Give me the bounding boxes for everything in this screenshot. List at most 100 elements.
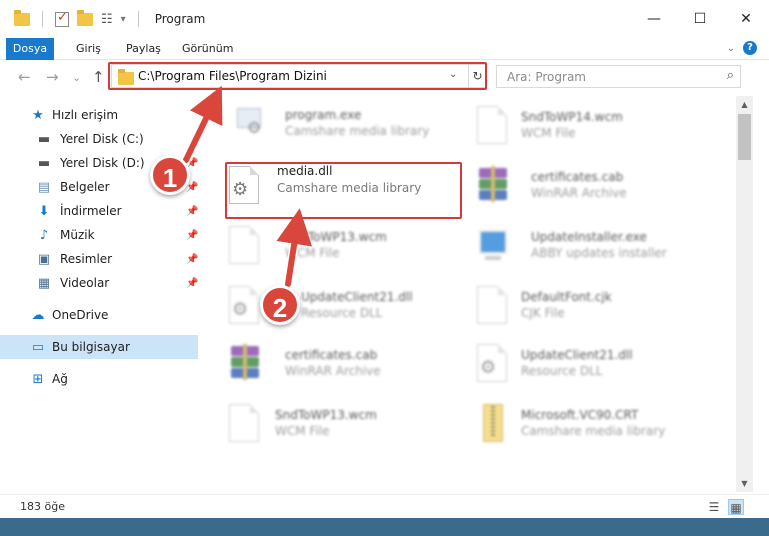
file-type: CJK File: [521, 306, 565, 320]
tab-view[interactable]: Görünüm: [172, 38, 243, 60]
file-icon: [477, 106, 511, 148]
sidebar-item-label: Hızlı erişim: [52, 108, 119, 122]
archive-icon: [229, 344, 263, 386]
chevron-down-icon[interactable]: ⌄: [449, 69, 457, 80]
file-type: Camshare media library: [521, 424, 666, 438]
cloud-icon: ☁: [31, 307, 45, 323]
file-item-sndtowp13-wcm[interactable]: SndToWP13.wcm WCM File: [229, 224, 459, 278]
pin-icon[interactable]: 📌: [186, 206, 198, 217]
refresh-icon[interactable]: ↻: [468, 65, 486, 87]
file-item-program-exe[interactable]: ⚙ program.exe Camshare media library: [233, 102, 463, 156]
divider: [42, 11, 43, 27]
back-button[interactable]: ←: [18, 68, 31, 86]
chevron-down-icon[interactable]: ▾: [121, 14, 126, 25]
window-title: Program: [154, 12, 206, 26]
file-explorer-window: ☷ ▾ Program — ☐ ✕ Dosya Giriş Paylaş Gör…: [0, 0, 769, 536]
file-item-sndtowp14-wcm[interactable]: SndToWP14.wcm WCM File: [477, 104, 707, 158]
search-box[interactable]: Ara: Program ⌕: [496, 65, 741, 88]
file-name: UpdateClient21.dll: [521, 348, 633, 362]
tab-share[interactable]: Paylaş: [116, 38, 171, 60]
ribbon-right: ⌄ ?: [727, 41, 757, 55]
item-count: 183 öğe: [20, 500, 65, 513]
tab-home[interactable]: Giriş: [66, 38, 111, 60]
recent-locations-button[interactable]: ⌄: [72, 71, 81, 84]
sidebar-item-local-disk-c[interactable]: ▬ Yerel Disk (C:): [0, 127, 198, 151]
sidebar-item-label: Yerel Disk (D:): [60, 156, 145, 170]
sidebar-item-label: OneDrive: [52, 308, 109, 322]
file-item-certificates-cab-2[interactable]: certificates.cab WinRAR Archive: [477, 164, 707, 218]
step-2-badge: 2: [260, 285, 300, 325]
videos-icon: ▦: [37, 275, 51, 291]
expand-ribbon-icon[interactable]: ⌄: [727, 43, 735, 54]
sidebar-item-downloads[interactable]: ⬇ İndirmeler 📌: [0, 199, 199, 223]
sidebar-item-videos[interactable]: ▦ Videolar 📌: [0, 271, 199, 295]
file-item-sndtowp13-wcm-2[interactable]: SndToWP13.wcm WCM File: [229, 402, 459, 456]
sidebar-item-label: Ağ: [52, 372, 68, 386]
pin-icon[interactable]: 📌: [186, 230, 198, 241]
file-type: WCM File: [275, 424, 330, 438]
maximize-button[interactable]: ☐: [677, 0, 723, 38]
sidebar-item-label: Yerel Disk (C:): [60, 132, 144, 146]
file-name: program.exe: [285, 108, 362, 122]
sidebar-item-label: Videolar: [60, 276, 110, 290]
file-item-updateclient21-dll-2[interactable]: ⚙ UpdateClient21.dll Resource DLL: [477, 342, 707, 396]
sidebar-item-music[interactable]: ♪ Müzik 📌: [0, 223, 199, 247]
details-view-icon[interactable]: ☰: [706, 499, 722, 515]
scroll-up-icon[interactable]: ▲: [736, 96, 753, 113]
file-name: UpdateInstaller.exe: [531, 230, 647, 244]
tiles-view-icon[interactable]: ▦: [728, 499, 744, 515]
close-button[interactable]: ✕: [723, 0, 769, 38]
star-icon: ★: [32, 107, 44, 123]
pin-icon[interactable]: 📌: [186, 254, 198, 265]
properties-icon[interactable]: [55, 10, 69, 27]
application-icon: ⚙: [233, 104, 267, 146]
drive-icon: ▬: [37, 155, 51, 171]
minimize-button[interactable]: —: [631, 0, 677, 38]
file-type: Camshare media library: [285, 124, 430, 138]
file-name: SndToWP13.wcm: [275, 408, 377, 422]
tab-file[interactable]: Dosya: [6, 38, 54, 60]
file-type: WinRAR Archive: [531, 186, 627, 200]
address-bar[interactable]: C:\Program Files\Program Dizini ⌄ ↻: [111, 64, 486, 88]
pin-icon[interactable]: 📌: [186, 278, 198, 289]
file-item-microsoft-vc90-crt[interactable]: Microsoft.VC90.CRT Camshare media librar…: [477, 402, 707, 456]
search-icon[interactable]: ⌕: [727, 68, 734, 83]
dll-file-icon: ⚙: [229, 286, 263, 328]
file-item-certificates-cab[interactable]: certificates.cab WinRAR Archive: [229, 342, 459, 396]
folder-icon: [14, 9, 30, 26]
folder-icon: [118, 69, 134, 85]
window-controls: — ☐ ✕: [631, 0, 769, 38]
sidebar-item-pictures[interactable]: ▣ Resimler 📌: [0, 247, 199, 271]
file-name: Microsoft.VC90.CRT: [521, 408, 639, 422]
customize-icon[interactable]: ☷: [101, 12, 113, 27]
sidebar-item-onedrive[interactable]: ☁ OneDrive: [0, 303, 198, 327]
scroll-down-icon[interactable]: ▼: [736, 475, 753, 492]
file-name: certificates.cab: [285, 348, 378, 362]
file-item-updateinstaller-exe[interactable]: UpdateInstaller.exe ABBY updates install…: [477, 224, 707, 278]
sidebar-item-this-pc[interactable]: ▭ Bu bilgisayar: [0, 335, 198, 359]
sidebar-item-quick-access[interactable]: ★ Hızlı erişim: [0, 103, 198, 127]
sidebar-item-network[interactable]: ⊞ Ağ: [0, 367, 198, 391]
desktop-background: [0, 518, 769, 536]
title-bar: ☷ ▾ Program — ☐ ✕: [0, 0, 769, 38]
computer-icon: ▭: [31, 339, 45, 355]
file-type: Resource DLL: [301, 306, 383, 320]
address-path[interactable]: C:\Program Files\Program Dizini: [138, 69, 327, 83]
up-button[interactable]: ↑: [92, 68, 105, 86]
file-name: DefaultFont.cjk: [521, 290, 612, 304]
file-icon: [477, 286, 511, 328]
file-item-defaultfont-cjk[interactable]: DefaultFont.cjk CJK File: [477, 284, 707, 338]
new-folder-icon[interactable]: [77, 9, 93, 26]
sidebar-item-label: Bu bilgisayar: [52, 340, 130, 354]
forward-button[interactable]: →: [46, 68, 59, 86]
scroll-thumb[interactable]: [738, 114, 751, 160]
quick-access-toolbar: ☷ ▾ Program: [0, 9, 206, 27]
file-type: WinRAR Archive: [285, 364, 381, 378]
media-dll-highlight-box: [225, 162, 462, 219]
step-1-badge: 1: [150, 155, 190, 195]
dll-file-icon: ⚙: [477, 344, 511, 386]
search-input[interactable]: Ara: Program: [507, 70, 586, 84]
pictures-icon: ▣: [37, 251, 51, 267]
help-icon[interactable]: ?: [743, 41, 757, 55]
vertical-scrollbar[interactable]: ▲ ▼: [736, 96, 753, 492]
